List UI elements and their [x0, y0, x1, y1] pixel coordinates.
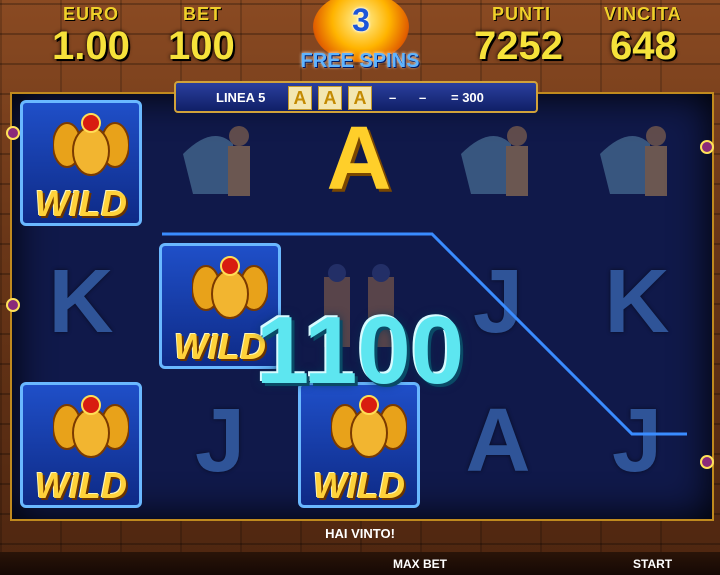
start-button[interactable]: START: [633, 557, 672, 571]
line-win-bar: LINEA 5 A A A – – = 300: [174, 81, 538, 113]
free-spins-label: FREE SPINS: [300, 50, 420, 72]
max-bet-button[interactable]: MAX BET: [393, 557, 447, 571]
bet-value: 100: [168, 24, 235, 68]
win-value: 648: [610, 24, 677, 68]
mini-a-icon: A: [348, 86, 372, 110]
payline-marker-icon[interactable]: [700, 455, 714, 469]
euro-value: 1.00: [52, 24, 130, 68]
status-message: HAI VINTO!: [325, 526, 395, 541]
empty-slot: –: [389, 90, 397, 105]
line-label: LINEA 5: [216, 90, 266, 105]
mini-a-icon: A: [288, 86, 312, 110]
mini-a-icon: A: [318, 86, 342, 110]
bet-label: BET: [183, 4, 222, 24]
line-result: = 300: [451, 90, 484, 105]
points-label: PUNTI: [492, 4, 551, 24]
control-bar: MAX BET START: [0, 552, 720, 575]
empty-slot: –: [419, 90, 427, 105]
free-spins-count: 3: [352, 2, 370, 38]
win-label: VINCITA: [604, 4, 682, 24]
payline-marker-icon[interactable]: [700, 140, 714, 154]
slot-game-screen: EURO 1.00 BET 100 PUNTI 7252 VINCITA 648…: [0, 0, 720, 575]
payline-marker-icon[interactable]: [6, 126, 20, 140]
payline-marker-icon[interactable]: [6, 298, 20, 312]
euro-label: EURO: [63, 4, 120, 24]
points-value: 7252: [474, 24, 563, 68]
win-amount: 1100: [255, 297, 465, 404]
